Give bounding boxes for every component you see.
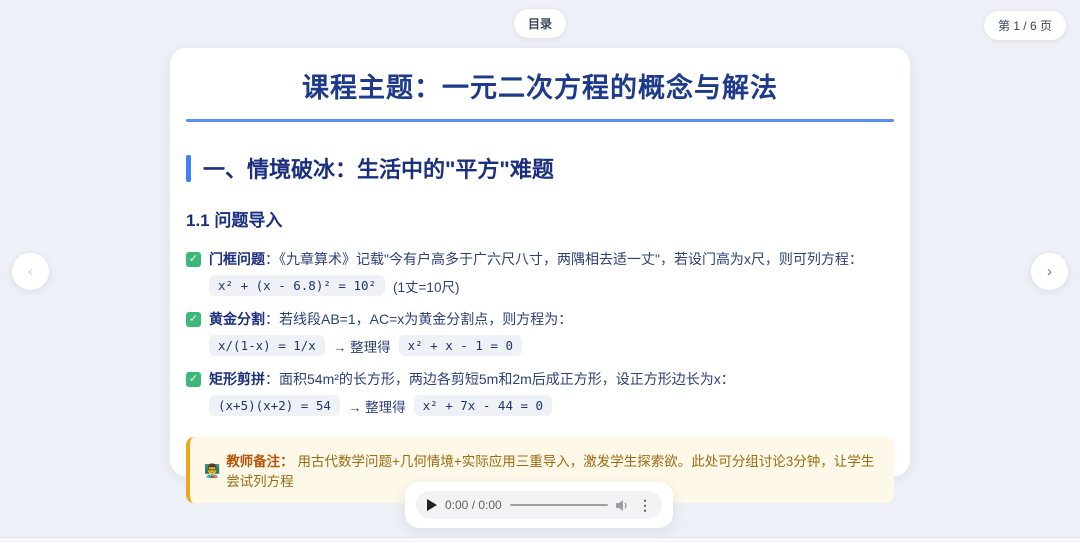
formula-chip: x/(1-x) = 1/x [209,335,325,356]
title-underline [186,119,894,122]
audio-time: 0:00 / 0:00 [445,498,502,512]
page-indicator: 第 1 / 6 页 [984,11,1066,40]
slide-card: 课程主题：一元二次方程的概念与解法 一、情境破冰：生活中的"平方"难题 1.1 … [170,48,910,476]
section-heading: 一、情境破冰：生活中的"平方"难题 [186,152,894,184]
formula-chip: x² + (x - 6.8)² = 10² [209,275,385,296]
volume-button[interactable] [616,499,630,512]
list-item-desc: ：面积54m²的长方形，两边各剪短5m和2m后成正方形，设正方形边长为x： [265,371,735,387]
list-item-desc: ：《九章算术》记载"今有户高多于广六尺八寸，两隅相去适一丈"，若设门高为x尺，则… [265,251,863,267]
list-item: ✓ 门框问题：《九章算术》记载"今有户高多于广六尺八寸，两隅相去适一丈"，若设门… [186,249,894,296]
formula-arrow-text: → 整理得 [348,396,406,416]
list-item-text-row: ✓ 门框问题：《九章算术》记载"今有户高多于广六尺八寸，两隅相去适一丈"，若设门… [186,249,894,269]
formula-arrow-text: → 整理得 [333,336,391,356]
list-item-text-row: ✓ 黄金分割：若线段AB=1，AC=x为黄金分割点，则方程为： [186,309,894,329]
formula-suffix: (1丈=10尺) [393,276,459,296]
list-item-desc: ：若线段AB=1，AC=x为黄金分割点，则方程为： [265,311,572,327]
list-item-text-row: ✓ 矩形剪拼：面积54m²的长方形，两边各剪短5m和2m后成正方形，设正方形边长… [186,369,894,389]
formula-chip: (x+5)(x+2) = 54 [209,395,340,416]
list-item-label: 门框问题 [209,251,265,267]
next-page-button[interactable]: › [1031,253,1068,290]
section-accent-bar [186,155,191,182]
list-item: ✓ 黄金分割：若线段AB=1，AC=x为黄金分割点，则方程为： x/(1-x) … [186,309,894,356]
teacher-note-label: 教师备注： [226,454,294,469]
section-heading-text: 一、情境破冰：生活中的"平方"难题 [203,152,554,184]
prev-page-button[interactable]: ‹ [12,253,49,290]
list-item-text: 矩形剪拼：面积54m²的长方形，两边各剪短5m和2m后成正方形，设正方形边长为x… [209,369,735,389]
play-button[interactable] [426,499,437,511]
bottom-edge-strip [0,537,1080,543]
audio-progress-slider[interactable] [510,504,608,506]
formula-row: (x+5)(x+2) = 54 → 整理得 x² + 7x - 44 = 0 [209,395,894,416]
toc-button[interactable]: 目录 [514,9,566,38]
formula-row: x² + (x - 6.8)² = 10² (1丈=10尺) [209,275,894,296]
list-item-text: 黄金分割：若线段AB=1，AC=x为黄金分割点，则方程为： [209,309,572,329]
formula-chip: x² + 7x - 44 = 0 [414,395,552,416]
volume-icon [616,499,630,512]
check-icon: ✓ [186,312,201,327]
play-icon [426,499,437,511]
list-item-label: 黄金分割 [209,311,265,327]
list-item-text: 门框问题：《九章算术》记载"今有户高多于广六尺八寸，两隅相去适一丈"，若设门高为… [209,249,863,269]
check-icon: ✓ [186,252,201,267]
teacher-emoji-icon: 👨‍🏫 [204,463,220,478]
audio-controls: 0:00 / 0:00 ⋮ [416,491,662,519]
chevron-left-icon: ‹ [28,263,33,280]
formula-chip: x² + x - 1 = 0 [399,335,522,356]
formula-row: x/(1-x) = 1/x → 整理得 x² + x - 1 = 0 [209,335,894,356]
audio-player: 0:00 / 0:00 ⋮ [405,482,673,528]
subsection-heading: 1.1 问题导入 [186,206,894,231]
chevron-right-icon: › [1047,263,1052,280]
list-item: ✓ 矩形剪拼：面积54m²的长方形，两边各剪短5m和2m后成正方形，设正方形边长… [186,369,894,416]
slide-title: 课程主题：一元二次方程的概念与解法 [186,70,894,106]
problem-list: ✓ 门框问题：《九章算术》记载"今有户高多于广六尺八寸，两隅相去适一丈"，若设门… [186,249,894,416]
list-item-label: 矩形剪拼 [209,371,265,387]
check-icon: ✓ [186,372,201,387]
audio-menu-button[interactable]: ⋮ [638,498,652,512]
